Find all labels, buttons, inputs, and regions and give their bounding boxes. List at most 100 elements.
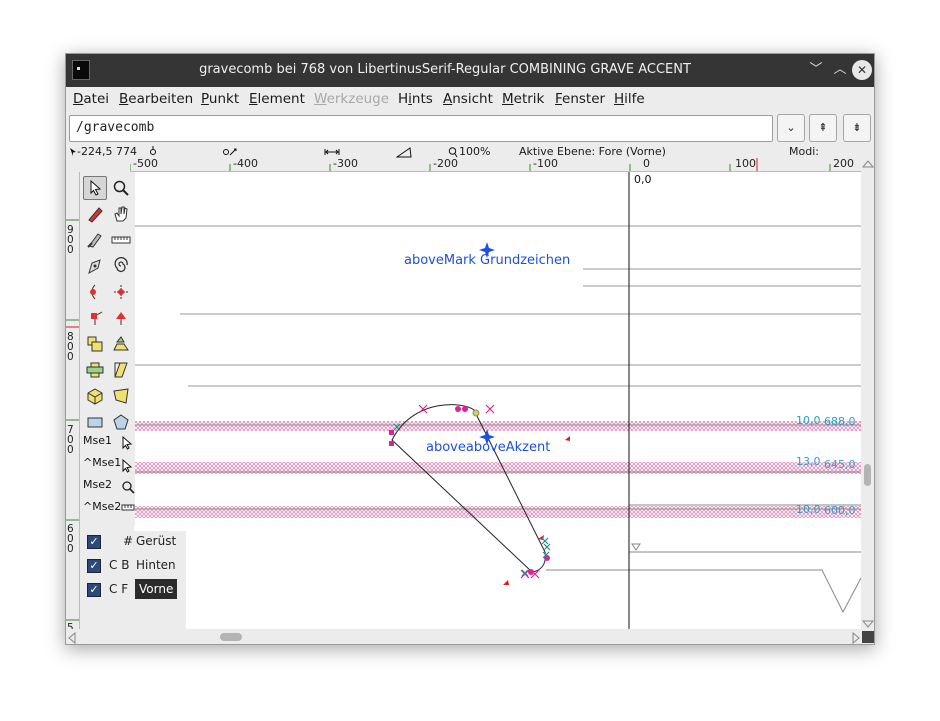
layer-name: Hinten	[136, 558, 176, 572]
magnify-tool[interactable]	[109, 176, 133, 200]
corner-point-icon	[91, 311, 103, 325]
menu-hilfe[interactable]: Hilfe	[614, 91, 645, 107]
layer-name-active: Vorne	[135, 579, 178, 599]
point-selector-icon	[223, 148, 237, 156]
zoom-level: 100%	[459, 145, 491, 158]
spiral-icon	[114, 257, 128, 273]
menu-bearbeiten[interactable]: Bearbeiten	[119, 91, 193, 107]
zoom-level-icon	[448, 147, 458, 158]
minimize-button[interactable]: ﹀	[806, 60, 826, 80]
ruler-tool[interactable]	[109, 228, 133, 252]
hv-curve-point-tool[interactable]	[109, 280, 133, 304]
rotate-icon	[86, 362, 104, 378]
ruler-tick: 200	[833, 158, 854, 170]
active-layer-info: Aktive Ebene: Fore (Vorne)	[519, 145, 666, 158]
spiro-tool[interactable]	[109, 254, 133, 278]
perspective-icon	[113, 388, 129, 404]
ruler-label: 700	[67, 424, 74, 456]
vertical-scroll-thumb[interactable]	[864, 464, 871, 486]
app-icon	[72, 60, 90, 80]
point-distance-icon	[150, 146, 156, 155]
status-bar: -224,5 774 100% Aktive Ebene: Fore (Vorn…	[66, 145, 874, 159]
polygon-tool[interactable]	[109, 410, 133, 434]
hint-zone	[134, 506, 861, 518]
previous-glyph-button[interactable]: ⇞	[809, 114, 837, 142]
glyph-name-input[interactable]: /gravecomb	[69, 115, 773, 142]
ruler-icon	[111, 236, 131, 244]
glyph-edit-canvas[interactable]: 0,0 aboveMark Grundzeichen aboveaboveAkz…	[134, 172, 861, 629]
pencil-icon	[88, 207, 103, 223]
scroll-tool[interactable]	[109, 202, 133, 226]
skew-tool[interactable]	[109, 358, 133, 382]
scale-tool[interactable]	[83, 332, 107, 356]
rotate-tool[interactable]	[83, 358, 107, 382]
tool-palette: Mse1 ^Mse1 Mse2 ^Mse2	[80, 172, 135, 526]
perspective-tool[interactable]	[109, 384, 133, 408]
menu-fenster[interactable]: Fenster	[555, 91, 605, 107]
menu-punkt[interactable]: Punkt	[201, 91, 239, 107]
layers-panel: ✓ # Gerüst ✓ C B Hinten ✓ C F Vorne − +	[80, 531, 186, 629]
magnify-icon	[122, 481, 135, 494]
ruler-label: 600	[67, 523, 74, 555]
flip-tool[interactable]	[109, 332, 133, 356]
menu-element[interactable]: Element	[249, 91, 305, 107]
3d-rotate-tool[interactable]	[83, 384, 107, 408]
ruler-tick: -200	[433, 158, 458, 170]
layer-row-geruest[interactable]: ✓ # Gerüst	[80, 531, 186, 553]
glyph-dropdown-button[interactable]: ⌄	[777, 114, 805, 142]
layer-visible-checkbox[interactable]: ✓	[87, 535, 101, 549]
flip-icon	[113, 336, 129, 351]
pointer-icon	[90, 180, 102, 196]
knife-tool[interactable]	[83, 228, 107, 252]
next-glyph-button[interactable]: ⇟	[843, 114, 871, 142]
ruler-tick: 100	[735, 158, 756, 170]
layer-row-vorne[interactable]: ✓ C F Vorne	[80, 579, 186, 601]
layer-visible-checkbox[interactable]: ✓	[87, 583, 101, 597]
chevron-down-icon: ⌄	[786, 121, 796, 134]
scale-icon	[87, 336, 103, 352]
horizontal-scrollbar[interactable]	[66, 629, 874, 644]
close-button[interactable]: ✕	[852, 60, 872, 80]
scroll-up-icon	[862, 160, 874, 168]
horizontal-scroll-thumb[interactable]	[220, 633, 242, 641]
scroll-right-icon	[852, 632, 860, 644]
horizontal-ruler: -500 -400 -300 -200 -100 0 100 200	[130, 158, 864, 172]
menu-ansicht[interactable]: Ansicht	[443, 91, 493, 107]
pointer-tool[interactable]	[83, 176, 107, 200]
chevron-down-icon: ﹀	[809, 62, 823, 77]
layer-row-hinten[interactable]: ✓ C B Hinten	[80, 555, 186, 577]
vertical-scrollbar[interactable]	[861, 158, 874, 629]
title-bar[interactable]: gravecomb bei 768 von LibertinusSerif-Re…	[66, 54, 874, 87]
mouse-button-label: Mse1	[83, 434, 112, 447]
polygon-icon	[113, 414, 129, 430]
maximize-button[interactable]: ︿	[830, 60, 850, 80]
layer-flags: C B	[109, 558, 130, 572]
magnify-icon	[113, 180, 129, 196]
chevron-up-icon: ︿	[833, 62, 847, 77]
resize-grip[interactable]	[862, 631, 874, 643]
layer-flags: #	[123, 534, 134, 548]
mouse-button-label: Mse2	[83, 478, 112, 491]
layer-visible-checkbox[interactable]: ✓	[87, 559, 101, 573]
ruler-tick: -500	[133, 158, 158, 170]
modes-label: Modi:	[789, 145, 819, 158]
menu-metrik[interactable]: Metrik	[502, 91, 544, 107]
pointer-icon	[122, 459, 133, 473]
hint-position-label: 688,0	[824, 415, 856, 428]
hint-width-label: 10,0	[796, 414, 821, 427]
menu-hints[interactable]: Hints	[398, 91, 433, 107]
glyph-drawing	[134, 172, 861, 629]
rectangle-tool[interactable]	[83, 410, 107, 434]
freehand-tool[interactable]	[83, 202, 107, 226]
curve-point-tool[interactable]	[83, 280, 107, 304]
menu-bar: Datei Bearbeiten Punkt Element Werkzeuge…	[66, 87, 874, 112]
arrow-up-icon: ⇞	[818, 121, 828, 134]
pen-tool[interactable]	[83, 254, 107, 278]
layer-name: Gerüst	[136, 534, 177, 548]
ruler-tick: 0	[643, 158, 650, 170]
origin-label: 0,0	[634, 173, 652, 186]
corner-point-tool[interactable]	[83, 306, 107, 330]
tangent-point-tool[interactable]	[109, 306, 133, 330]
pen-nib-icon	[88, 259, 101, 275]
menu-datei[interactable]: Datei	[73, 91, 109, 107]
